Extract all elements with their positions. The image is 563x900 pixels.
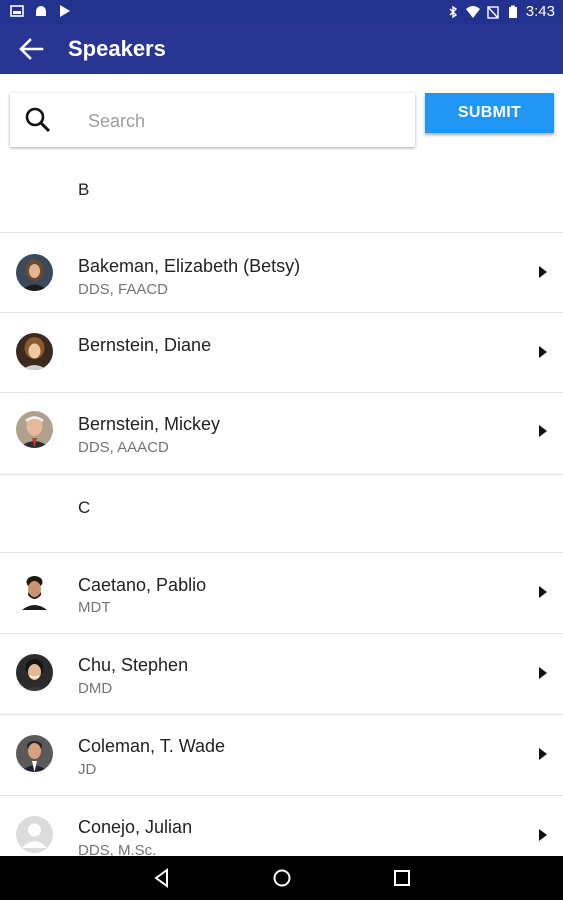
chevron-right-icon xyxy=(539,586,547,598)
speaker-name: Coleman, T. Wade xyxy=(78,736,226,756)
speaker-row[interactable]: Coleman, T. Wade JD xyxy=(0,715,563,796)
nav-home-icon[interactable] xyxy=(270,866,294,890)
section-header-c: C xyxy=(0,475,563,553)
avatar xyxy=(16,573,53,610)
avatar xyxy=(16,654,53,691)
section-header-b: B xyxy=(0,150,563,233)
speaker-credentials: MDT xyxy=(78,599,111,616)
speaker-row[interactable]: Bernstein, Mickey DDS, AAACD xyxy=(0,393,563,475)
status-time: 3:43 xyxy=(525,3,555,20)
speaker-credentials: DDS, FAACD xyxy=(78,281,169,298)
speaker-row[interactable]: Caetano, Pablio MDT xyxy=(0,553,563,634)
chevron-right-icon xyxy=(539,266,547,278)
chevron-right-icon xyxy=(539,346,547,358)
play-store-icon xyxy=(60,5,70,17)
speaker-row[interactable]: Chu, Stephen DMD xyxy=(0,634,563,715)
system-nav-bar xyxy=(0,856,563,900)
search-icon xyxy=(25,107,51,133)
speaker-name: Caetano, Pablio xyxy=(78,575,207,595)
search-input[interactable] xyxy=(86,105,400,137)
speaker-name: Bakeman, Elizabeth (Betsy) xyxy=(78,256,301,276)
battery-icon xyxy=(508,5,517,18)
status-bar: 3:43 xyxy=(0,0,563,24)
app-bar: Speakers xyxy=(0,24,563,74)
chevron-right-icon xyxy=(539,748,547,760)
speaker-row[interactable]: Bakeman, Elizabeth (Betsy) DDS, FAACD xyxy=(0,233,563,313)
page-title: Speakers xyxy=(68,36,166,61)
avatar-placeholder-icon xyxy=(16,816,53,853)
avatar xyxy=(16,735,53,772)
speaker-credentials: DDS, AAACD xyxy=(78,439,169,456)
speaker-name: Bernstein, Mickey xyxy=(78,414,221,434)
nav-back-icon[interactable] xyxy=(150,866,174,890)
back-arrow-icon[interactable] xyxy=(18,37,44,61)
section-letter: B xyxy=(78,180,90,199)
avatar xyxy=(16,333,53,370)
chevron-right-icon xyxy=(539,667,547,679)
bluetooth-icon xyxy=(449,5,457,18)
speaker-row[interactable]: Bernstein, Diane xyxy=(0,313,563,393)
android-icon xyxy=(36,6,46,16)
speaker-credentials: DMD xyxy=(78,680,113,697)
avatar xyxy=(16,254,53,291)
submit-button[interactable]: SUBMIT xyxy=(425,93,554,133)
speaker-name: Bernstein, Diane xyxy=(78,335,212,355)
gallery-icon xyxy=(10,5,24,17)
wifi-icon xyxy=(465,5,480,18)
no-signal-icon xyxy=(487,5,499,19)
speaker-name: Chu, Stephen xyxy=(78,655,189,675)
speaker-name: Conejo, Julian xyxy=(78,817,193,837)
search-box[interactable] xyxy=(10,93,415,147)
status-right-icons: 3:43 xyxy=(446,3,555,20)
section-letter: C xyxy=(78,498,91,517)
status-left-icons xyxy=(10,4,72,18)
speaker-credentials: JD xyxy=(78,761,97,778)
chevron-right-icon xyxy=(539,425,547,437)
nav-recents-icon[interactable] xyxy=(390,866,414,890)
speaker-list[interactable]: B Bakeman, Elizabeth (Betsy) DDS, FAACD … xyxy=(0,150,563,876)
chevron-right-icon xyxy=(539,829,547,841)
avatar xyxy=(16,411,53,448)
